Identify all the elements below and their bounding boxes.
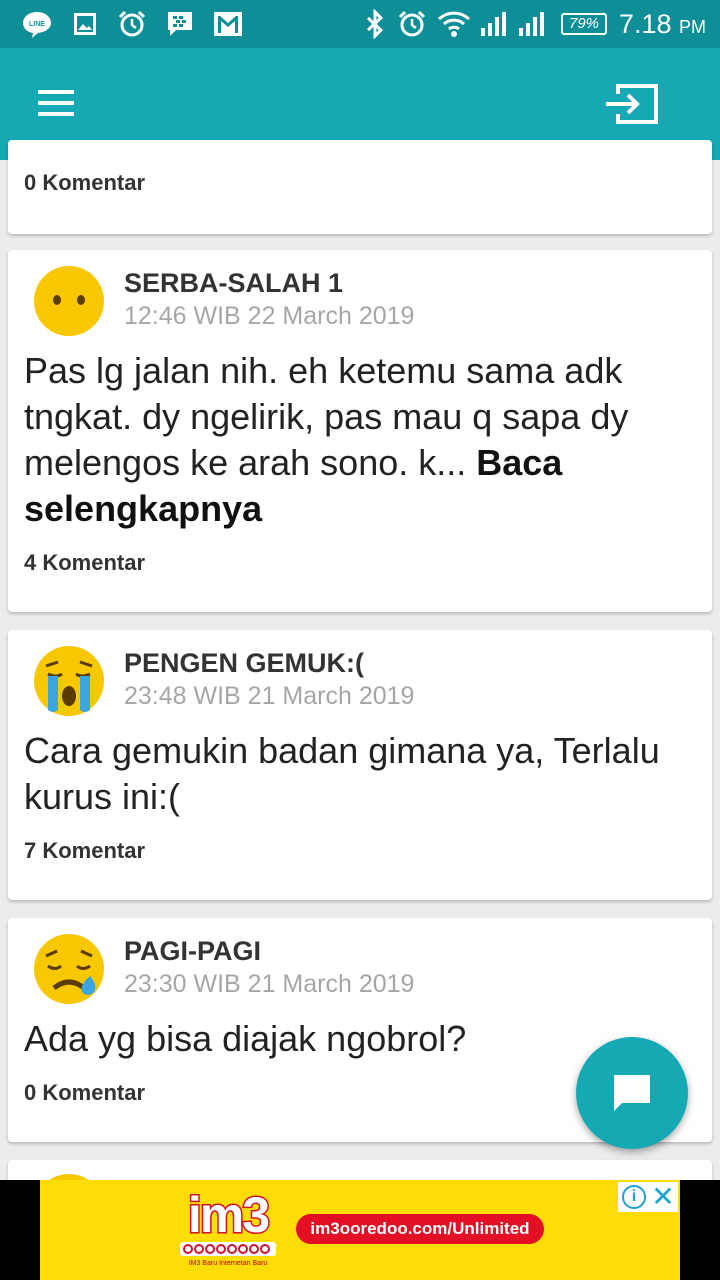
clock: 7.18 PM — [618, 9, 706, 39]
post-timestamp: 23:48 WIB 21 March 2019 — [124, 682, 415, 710]
post-card[interactable]: 0 Komentar — [8, 140, 712, 234]
login-icon[interactable] — [604, 82, 660, 126]
gmail-icon — [212, 8, 244, 40]
post-title[interactable]: PENGEN GEMUK:( — [124, 648, 364, 679]
comment-count[interactable]: 0 Komentar — [24, 1080, 145, 1106]
post-timestamp: 23:30 WIB 21 March 2019 — [124, 970, 415, 998]
post-timestamp: 12:46 WIB 22 March 2019 — [124, 302, 415, 330]
ad-banner: im3 IM3 Baru Internetan Baru im3ooredoo.… — [0, 1180, 720, 1280]
sad-tear-face-icon — [32, 932, 106, 1006]
ad-url[interactable]: im3ooredoo.com/Unlimited — [296, 1214, 544, 1244]
post-card[interactable]: PENGEN GEMUK:( 23:48 WIB 21 March 2019 C… — [8, 630, 712, 900]
status-bar: LINE 79% 7.18 PM — [0, 0, 720, 48]
comment-count[interactable]: 4 Komentar — [24, 550, 145, 576]
close-icon[interactable]: ✕ — [650, 1182, 676, 1212]
bbm-icon — [164, 8, 196, 40]
post-body[interactable]: Cara gemukin badan gimana ya, Terlalu ku… — [24, 728, 704, 820]
comment-count[interactable]: 7 Komentar — [24, 838, 145, 864]
ad-choices[interactable]: i ✕ — [618, 1182, 678, 1212]
battery-icon: 79% — [561, 13, 607, 35]
wifi-icon — [436, 8, 472, 40]
image-icon — [70, 8, 100, 40]
line-icon: LINE — [20, 8, 54, 40]
post-body[interactable]: Pas lg jalan nih. eh ketemu sama adk tng… — [24, 348, 704, 532]
ad-content[interactable]: im3 IM3 Baru Internetan Baru im3ooredoo.… — [40, 1180, 680, 1280]
post-title[interactable]: PAGI-PAGI — [124, 936, 261, 967]
new-chat-button[interactable] — [576, 1037, 688, 1149]
signal-icon — [478, 8, 508, 40]
alarm-icon — [116, 8, 148, 40]
svg-text:LINE: LINE — [29, 21, 45, 28]
post-title[interactable]: SERBA-SALAH 1 — [124, 268, 343, 299]
neutral-face-icon — [32, 264, 106, 338]
hamburger-icon[interactable] — [36, 86, 76, 120]
post-card[interactable]: SERBA-SALAH 1 12:46 WIB 22 March 2019 Pa… — [8, 250, 712, 612]
alarm-icon — [396, 8, 428, 40]
crying-face-icon — [32, 644, 106, 718]
bluetooth-icon — [362, 8, 388, 40]
comment-count[interactable]: 0 Komentar — [24, 170, 145, 196]
im3-logo: im3 IM3 Baru Internetan Baru — [176, 1187, 280, 1272]
signal-icon — [516, 8, 546, 40]
adchoices-icon[interactable]: i — [622, 1185, 646, 1209]
